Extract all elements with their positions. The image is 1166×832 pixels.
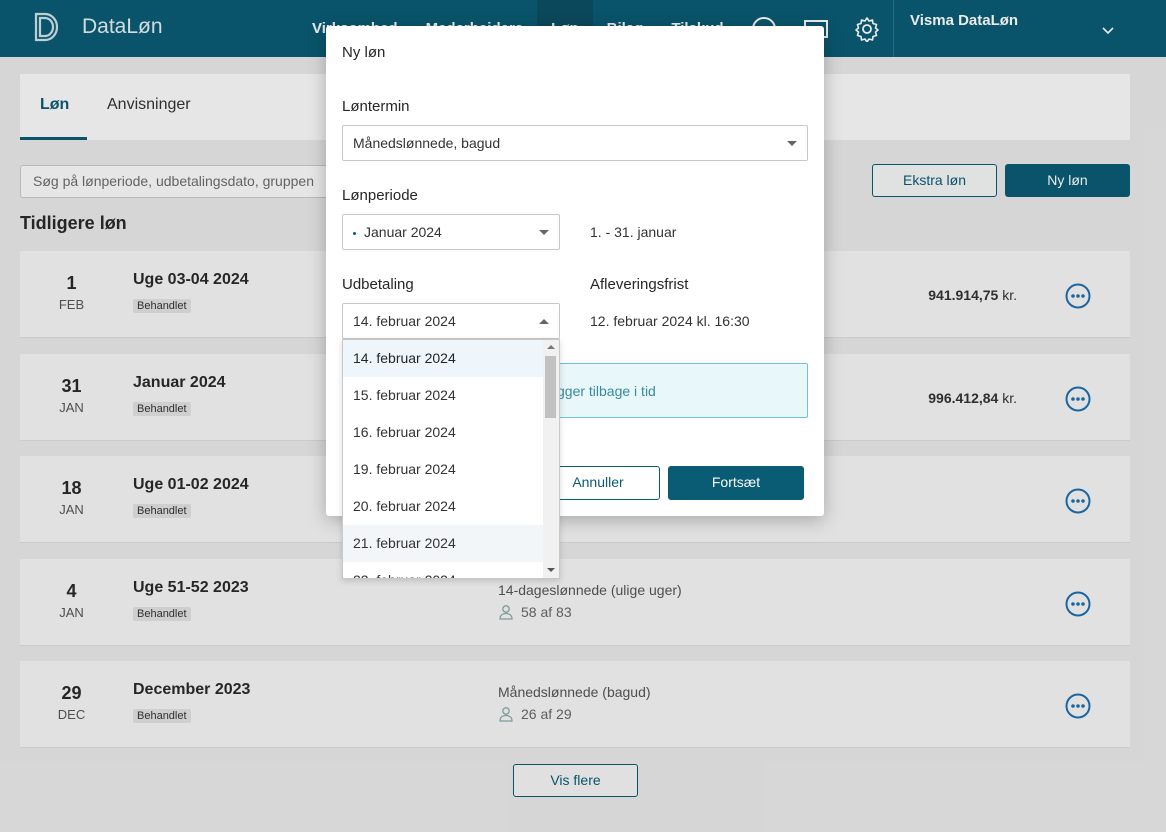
lontermin-label: Løntermin [342, 98, 410, 115]
continue-button[interactable]: Fortsæt [668, 466, 804, 500]
udbetaling-dropdown-list[interactable]: 14. februar 2024 15. februar 2024 16. fe… [342, 339, 560, 579]
lontermin-select[interactable]: Månedslønnede, bagud [342, 125, 808, 161]
dialog-title: Ny løn [342, 44, 386, 61]
dropdown-option[interactable]: 19. februar 2024 [343, 451, 543, 488]
dropdown-option[interactable]: 16. februar 2024 [343, 414, 543, 451]
udbetaling-value: 14. februar 2024 [353, 313, 456, 329]
info-message-text: gger tilbage i tid [557, 383, 656, 399]
afleveringsfrist-value: 12. februar 2024 kl. 16:30 [590, 313, 750, 329]
lontermin-value: Månedslønnede, bagud [353, 135, 501, 151]
caret-up-icon [539, 319, 549, 324]
dropdown-option[interactable]: 22. februar 2024 [343, 562, 543, 578]
lonperiode-label: Lønperiode [342, 187, 418, 204]
lonperiode-value: Januar 2024 [364, 224, 442, 240]
scroll-down-icon[interactable] [547, 568, 555, 572]
caret-down-icon [787, 141, 797, 146]
dropdown-option[interactable]: 15. februar 2024 [343, 377, 543, 414]
dropdown-option[interactable]: 14. februar 2024 [343, 340, 543, 377]
dropdown-option[interactable]: 20. februar 2024 [343, 488, 543, 525]
scroll-up-icon[interactable] [547, 345, 555, 349]
scroll-thumb[interactable] [545, 356, 556, 418]
dropdown-scrollbar[interactable] [543, 340, 559, 578]
dropdown-option[interactable]: 21. februar 2024 [343, 525, 543, 562]
lonperiode-select[interactable]: Januar 2024 [342, 214, 560, 250]
dot-icon [353, 231, 356, 235]
caret-down-icon [539, 230, 549, 235]
lonperiode-range: 1. - 31. januar [590, 224, 677, 240]
info-message: gger tilbage i tid [556, 363, 808, 418]
afleveringsfrist-label: Afleveringsfrist [590, 276, 689, 293]
udbetaling-label: Udbetaling [342, 276, 414, 293]
udbetaling-select[interactable]: 14. februar 2024 [342, 303, 560, 339]
